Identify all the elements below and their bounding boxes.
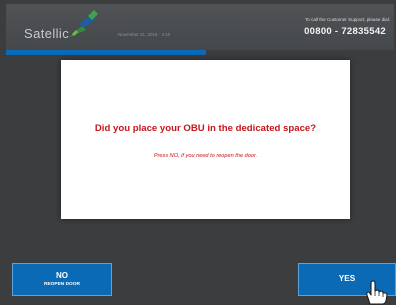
confirm-dialog: Did you place your OBU in the dedicated … xyxy=(61,60,350,219)
no-button-label: NO xyxy=(56,271,68,280)
support-phone: 00800 - 72835542 xyxy=(304,26,386,37)
no-reopen-door-button[interactable]: NO REOPEN DOOR xyxy=(12,263,112,296)
hand-pointer-icon xyxy=(366,280,388,305)
dialog-question: Did you place your OBU in the dedicated … xyxy=(94,123,317,134)
header-date: November 21, 2016 · 4:10 xyxy=(118,32,171,37)
no-button-sublabel: REOPEN DOOR xyxy=(44,282,80,287)
dialog-hint: Press NO, if you need to reopen the door… xyxy=(153,153,258,159)
header-bar: Satellic November 21, 2016 · 4:10 To cal… xyxy=(6,4,394,50)
accent-bar xyxy=(6,50,206,55)
logo-text: Satellic xyxy=(24,26,70,41)
satellite-logo-icon xyxy=(68,10,98,38)
support-label: To call the Customer Support, please dia… xyxy=(304,17,390,22)
kiosk-screen: Satellic November 21, 2016 · 4:10 To cal… xyxy=(0,0,396,305)
